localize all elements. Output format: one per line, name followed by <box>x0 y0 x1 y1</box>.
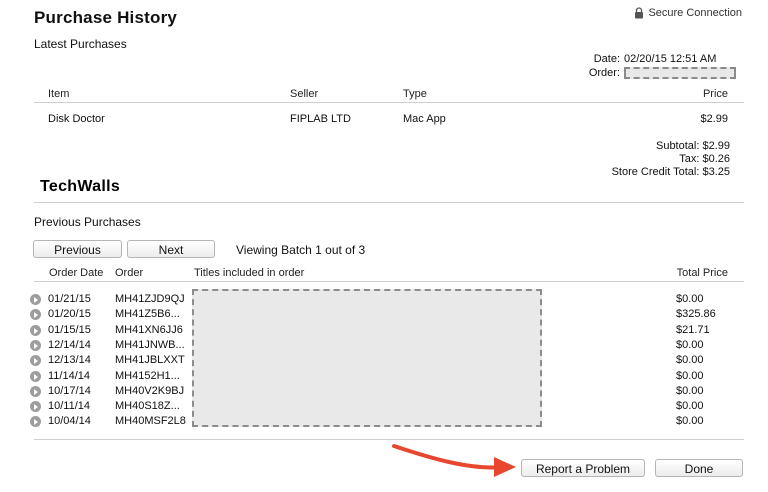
order-total: $21.71 <box>676 323 710 336</box>
order-date: 11/14/14 <box>48 369 91 382</box>
divider <box>34 202 744 203</box>
secure-connection-indicator: Secure Connection <box>634 7 742 19</box>
order-date: 12/14/14 <box>48 338 91 351</box>
receipt-date-row: Date: 02/20/15 12:51 AM <box>589 52 736 66</box>
watermark: TechWalls <box>40 178 121 195</box>
order-label: Order: <box>588 67 620 79</box>
arrow-right-circle-icon[interactable] <box>30 355 41 367</box>
column-header-order: Order <box>115 267 144 279</box>
date-value: 02/20/15 12:51 AM <box>624 53 717 65</box>
divider <box>34 281 744 282</box>
page-title: Purchase History <box>34 8 178 27</box>
arrow-right-circle-icon[interactable] <box>30 416 41 428</box>
latest-item-type: Mac App <box>403 113 446 125</box>
arrow-right-circle-icon[interactable] <box>30 401 41 413</box>
order-date: 01/21/15 <box>48 293 91 305</box>
subtotal: Subtotal: $2.99 <box>655 140 730 152</box>
arrow-right-circle-icon[interactable] <box>30 339 41 351</box>
order-total: $0.00 <box>676 384 704 397</box>
date-label: Date: <box>593 53 620 65</box>
order-total: $0.00 <box>676 415 704 428</box>
lock-icon <box>635 7 644 19</box>
previous-batch-button[interactable]: Previous <box>33 240 122 258</box>
order-id: MH41XN6JJ6 <box>115 323 183 336</box>
batch-indicator: Viewing Batch 1 out of 3 <box>236 243 366 257</box>
redacted-titles <box>192 289 542 427</box>
secure-connection-label: Secure Connection <box>648 7 742 19</box>
order-id: MH41Z5B6... <box>115 308 180 321</box>
order-total: $325.86 <box>676 308 716 321</box>
store-credit-total: Store Credit Total: $3.25 <box>611 166 730 178</box>
order-date: 10/17/14 <box>48 384 91 397</box>
order-total: $0.00 <box>676 400 704 413</box>
column-header-price: Price <box>702 88 728 100</box>
order-date: 10/11/14 <box>48 400 91 413</box>
annotation-arrow-icon <box>392 444 516 477</box>
column-header-item: Item <box>48 88 70 100</box>
receipt-meta: Date: 02/20/15 12:51 AM Order: <box>589 52 736 80</box>
order-id: MH41JNWB... <box>115 338 185 351</box>
order-total: $0.00 <box>676 338 704 351</box>
order-date: 01/15/15 <box>48 323 91 336</box>
latest-item-name: Disk Doctor <box>48 113 105 125</box>
report-problem-button[interactable]: Report a Problem <box>521 459 645 477</box>
latest-item-price: $2.99 <box>700 113 728 125</box>
order-date: 10/04/14 <box>48 415 91 428</box>
column-header-total-price: Total Price <box>676 267 728 279</box>
divider <box>34 102 744 103</box>
next-batch-button[interactable]: Next <box>127 240 215 258</box>
order-total: $0.00 <box>676 369 704 382</box>
receipt-order-row: Order: <box>589 66 736 80</box>
totals-summary: Subtotal: $2.99 Tax: $0.26 Store Credit … <box>612 140 730 179</box>
order-date: 01/20/15 <box>48 308 91 321</box>
arrow-right-circle-icon[interactable] <box>30 324 41 336</box>
column-header-type: Type <box>403 88 427 100</box>
column-header-titles: Titles included in order <box>194 267 305 279</box>
order-date: 12/13/14 <box>48 354 91 367</box>
arrow-right-circle-icon[interactable] <box>30 294 41 305</box>
previous-purchases-heading: Previous Purchases <box>34 215 141 229</box>
arrow-right-circle-icon[interactable] <box>30 370 41 382</box>
order-total: $0.00 <box>676 293 704 305</box>
order-id: MH41ZJD9QJ <box>115 293 185 305</box>
arrow-right-circle-icon[interactable] <box>30 309 41 321</box>
order-id: MH4152H1... <box>115 369 180 382</box>
redacted-order-number <box>624 67 736 80</box>
column-header-order-date: Order Date <box>49 267 104 279</box>
latest-item-seller: FIPLAB LTD <box>290 113 351 125</box>
order-id: MH41JBLXXT <box>115 354 185 367</box>
arrow-right-circle-icon[interactable] <box>30 385 41 397</box>
tax: Tax: $0.26 <box>679 153 730 165</box>
order-id: MH40S18Z... <box>115 400 180 413</box>
order-total: $0.00 <box>676 354 704 367</box>
done-button[interactable]: Done <box>655 459 743 477</box>
column-header-seller: Seller <box>290 88 319 100</box>
divider <box>34 439 744 440</box>
order-id: MH40V2K9BJ <box>115 384 185 397</box>
latest-purchases-heading: Latest Purchases <box>34 37 127 51</box>
order-id: MH40MSF2L8 <box>115 415 186 428</box>
